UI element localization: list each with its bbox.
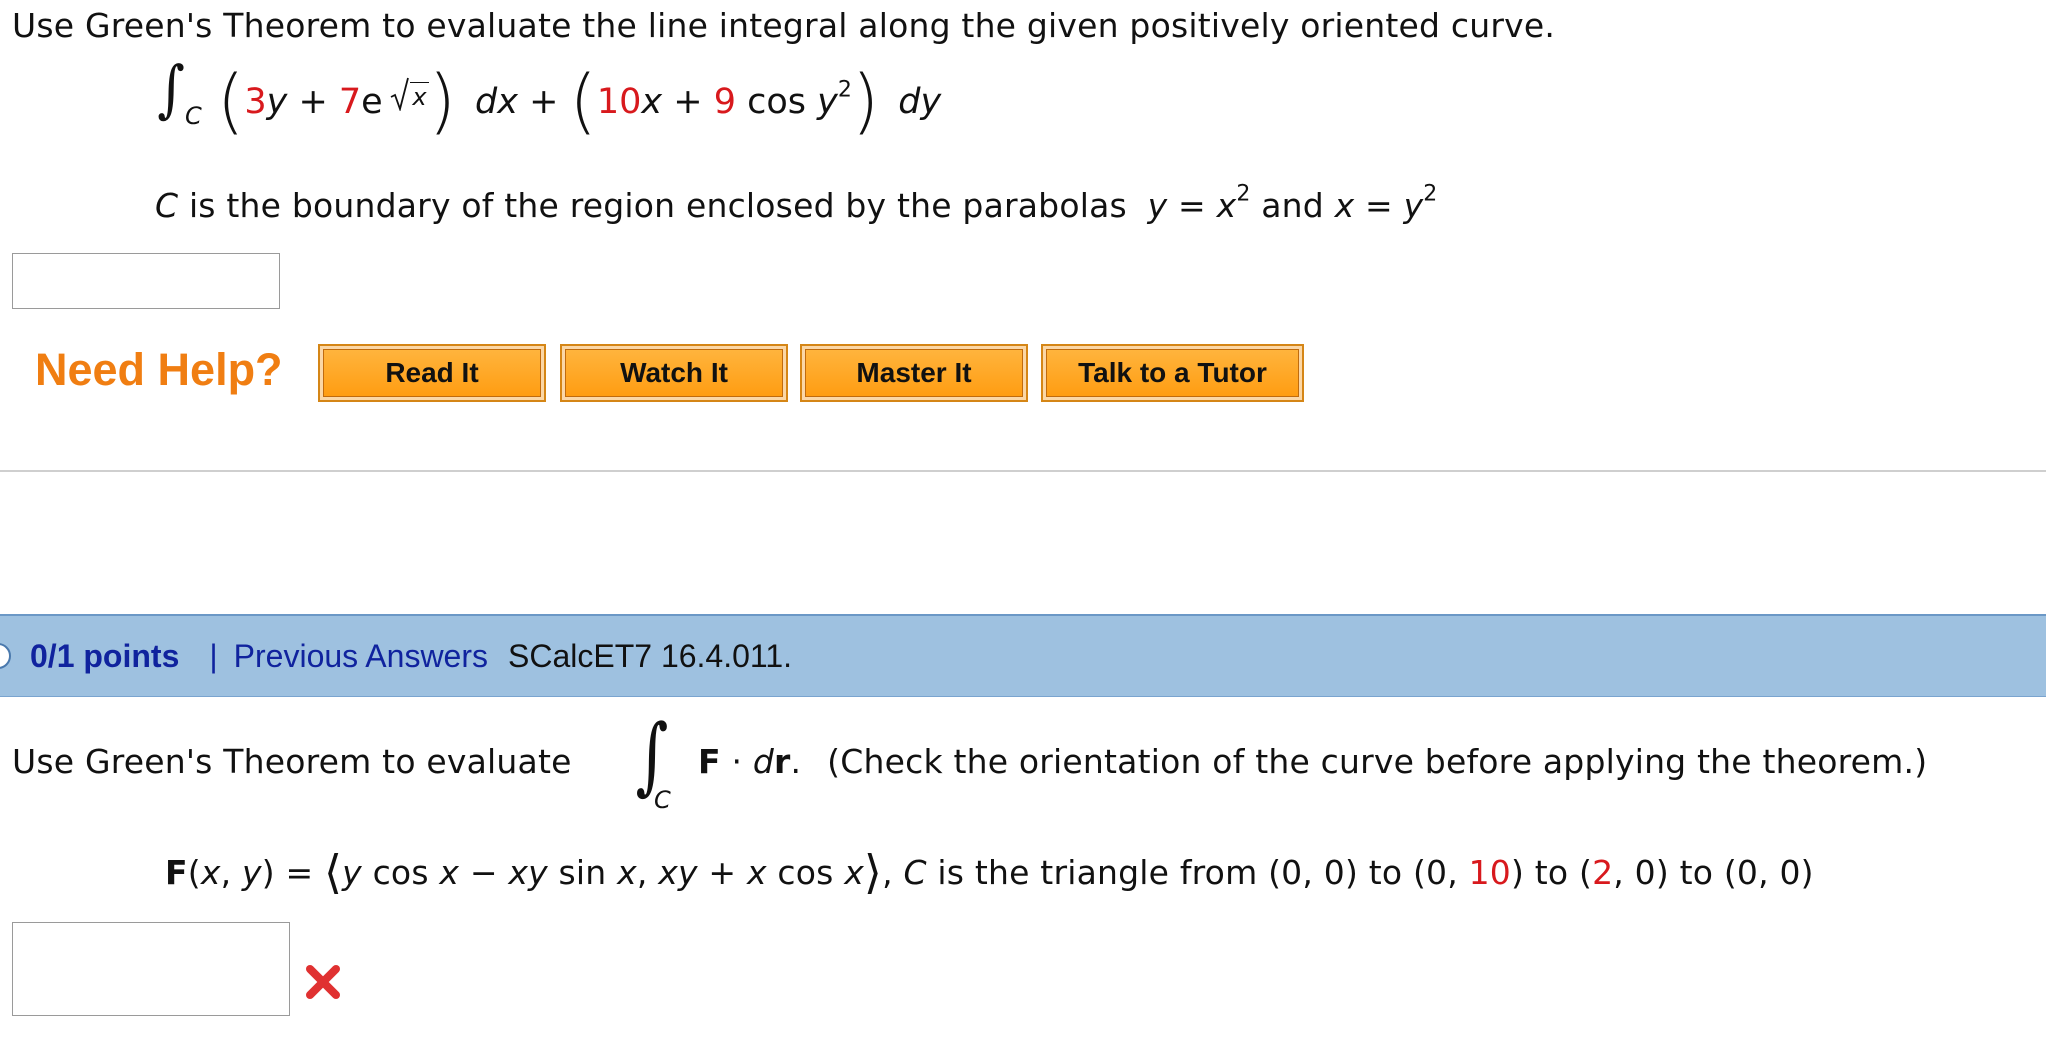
x-mark-icon bbox=[306, 965, 340, 999]
problem2-header-bar: 0/1 points | Previous Answers SCalcET7 16.4… bbox=[0, 614, 2046, 697]
read-it-button[interactable]: Read It bbox=[318, 344, 546, 402]
integrand: (3y + 7e x) dx + (10x + 9 cos y2) dy bbox=[217, 60, 942, 142]
problem1-answer-input[interactable] bbox=[12, 253, 280, 309]
integral-subscript: C bbox=[185, 102, 202, 130]
watch-it-label: Watch It bbox=[565, 349, 783, 397]
integral-subscript: C bbox=[654, 786, 671, 814]
problem2-answer-input[interactable] bbox=[12, 922, 290, 1016]
master-it-button[interactable]: Master It bbox=[800, 344, 1028, 402]
integral-sign: ∫ bbox=[157, 52, 185, 125]
points-score: 0/1 points bbox=[30, 638, 180, 674]
orientation-note: (Check the orientation of the curve befo… bbox=[827, 742, 1928, 781]
talk-to-tutor-label: Talk to a Tutor bbox=[1046, 349, 1299, 397]
problem2-header-text: 0/1 points | Previous Answers SCalcET7 16.4… bbox=[30, 638, 792, 675]
previous-answers-link[interactable]: Previous Answers bbox=[234, 638, 488, 674]
header-separator: | bbox=[209, 638, 218, 674]
section-divider bbox=[0, 470, 2046, 472]
problem2-integrand: F · dr. (Check the orientation of the cur… bbox=[698, 742, 1928, 781]
problem-reference: SCalcET7 16.4.011. bbox=[508, 638, 793, 674]
vector-field-definition: F(x, y) = ⟨y cos x − xy sin x, xy + x co… bbox=[165, 845, 1814, 899]
problem1-instruction: Use Green's Theorem to evaluate the line… bbox=[12, 6, 1556, 45]
collapse-toggle-icon[interactable] bbox=[0, 640, 14, 672]
problem2-instruction: Use Green's Theorem to evaluate bbox=[12, 742, 572, 781]
need-help-label: Need Help? bbox=[35, 344, 283, 395]
talk-to-tutor-button[interactable]: Talk to a Tutor bbox=[1041, 344, 1304, 402]
master-it-label: Master It bbox=[805, 349, 1023, 397]
problem2-integral: ∫ C bbox=[630, 706, 690, 826]
problem1-condition: C is the boundary of the region enclosed… bbox=[155, 181, 1438, 225]
watch-it-button[interactable]: Watch It bbox=[560, 344, 788, 402]
sqrt-icon bbox=[390, 77, 410, 112]
read-it-label: Read It bbox=[323, 349, 541, 397]
